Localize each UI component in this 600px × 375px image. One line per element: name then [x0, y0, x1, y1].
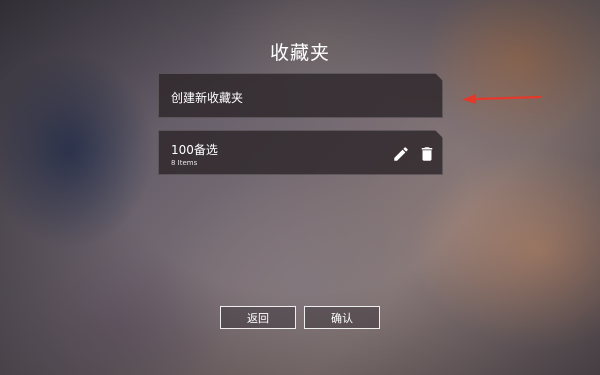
create-new-favorite-button[interactable]: 创建新收藏夹 — [158, 73, 443, 118]
pencil-icon — [392, 145, 410, 163]
confirm-button[interactable]: 确认 — [304, 306, 380, 329]
edit-favorite-button[interactable] — [391, 144, 411, 164]
favorites-screen: 收藏夹 创建新收藏夹 100备选 8 Items 返回 确认 — [0, 0, 600, 375]
page-title: 收藏夹 — [269, 42, 330, 64]
trash-icon — [418, 145, 436, 163]
annotation-arrow-icon — [462, 94, 542, 104]
favorite-item[interactable]: 100备选 8 Items — [158, 130, 443, 175]
favorite-item-name: 100备选 — [171, 143, 218, 157]
favorite-item-count: 8 Items — [171, 159, 198, 167]
back-button[interactable]: 返回 — [220, 306, 296, 329]
create-new-favorite-label: 创建新收藏夹 — [171, 91, 244, 105]
delete-favorite-button[interactable] — [417, 144, 437, 164]
